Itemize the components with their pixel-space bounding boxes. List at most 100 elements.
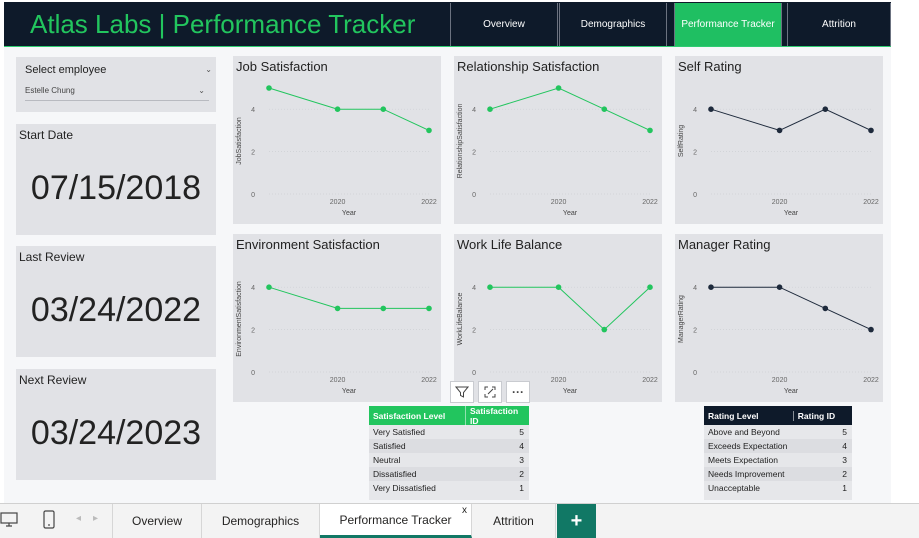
series-line [711,286,872,331]
line-chart-svg: 0 2 4 2020 2022 Year SelfRating [678,106,879,217]
level-cell: Dissatisfied [373,469,417,479]
series-line [490,286,651,331]
x-tick-label: 2022 [642,199,658,206]
level-cell: Exceeds Expectation [708,441,788,451]
data-point [266,284,272,290]
x-axis-label: Year [784,388,799,395]
series-line [710,108,872,131]
y-tick-label: 4 [472,107,476,114]
table-row[interactable]: Very Satisfied 5 [369,425,529,439]
environment-satisfaction-chart[interactable]: Environment Satisfaction 0 2 4 2020 2022 Year E… [233,234,441,402]
x-tick-label: 2022 [421,377,437,384]
data-point [334,305,341,312]
nav-attrition-button[interactable]: Attrition [787,3,891,46]
page-tab-label: Performance Tracker [339,512,452,527]
close-tab-icon[interactable]: x [462,505,467,516]
x-tick-label: 2022 [642,377,658,384]
series-line [268,286,429,309]
level-cell: Satisfied [373,441,406,451]
x-axis-label: Year [342,388,357,395]
desktop-layout-icon[interactable] [0,510,18,533]
table-row[interactable]: Meets Expectation 3 [704,453,852,467]
table-row[interactable]: Needs Improvement 2 [704,467,852,481]
last-review-label: Last Review [19,250,85,264]
phone-layout-icon[interactable] [42,510,56,535]
data-point [776,284,783,290]
more-options-icon[interactable]: ··· [506,381,530,403]
y-tick-label: 2 [251,150,255,157]
previous-page-icon[interactable]: ◂ [76,513,81,524]
column-header[interactable]: Rating ID [792,410,852,421]
x-axis-label: Year [563,210,578,217]
table-row[interactable]: Above and Beyond 5 [704,425,852,439]
page-tab-demographics[interactable]: Demographics [202,504,320,538]
y-tick-label: 2 [693,328,697,335]
table-row[interactable]: Exceeds Expectation 4 [704,439,852,453]
manager-rating-chart[interactable]: Manager Rating 0 2 4 2020 2022 Year ManagerRati… [675,234,883,402]
report-title: Atlas Labs | Performance Tracker [30,9,416,39]
id-cell: 1 [842,483,847,493]
y-tick-label: 0 [693,192,697,199]
nav-demographics-button[interactable]: Demographics [559,3,667,46]
next-review-value: 03/24/2023 [30,414,202,452]
data-point [708,106,714,112]
x-tick-label: 2020 [551,377,567,384]
level-cell: Unacceptable [708,483,760,493]
column-header[interactable]: Satisfaction Level [369,411,465,421]
satisfaction-level-table[interactable]: Satisfaction Level Satisfaction ID Very Sa… [369,405,529,500]
chevron-down-icon[interactable]: ⌄ [198,86,205,95]
y-tick-label: 2 [472,150,476,157]
column-header[interactable]: Satisfaction ID [465,405,529,426]
employee-dropdown[interactable]: Estelle Chung ⌄ [25,86,209,101]
id-cell: 4 [842,441,847,451]
y-axis-label: JobSatisfaction [236,117,243,165]
data-point [334,106,341,112]
page-tab-overview[interactable]: Overview [112,504,202,538]
data-point [555,284,562,290]
level-cell: Very Dissatisfied [373,483,436,493]
y-axis-label: WorkLifeBalance [457,293,464,346]
nav-overview-button[interactable]: Overview [450,3,558,46]
table-row[interactable]: Satisfied 4 [369,439,529,453]
work-life-balance-chart[interactable]: Work Life Balance 0 2 4 2020 2022 Year WorkLife… [454,234,662,402]
y-tick-label: 4 [251,285,255,292]
job-satisfaction-chart[interactable]: Job Satisfaction 0 2 4 2020 2022 Year JobSatisf… [233,56,441,224]
report-canvas: Select employee ⌄ Estelle Chung ⌄ Start … [4,47,891,503]
nav-performance-tracker-button[interactable]: Performance Tracker [674,3,782,46]
table-row[interactable]: Very Dissatisfied 1 [369,481,529,495]
self-rating-chart[interactable]: Self Rating 0 2 4 2020 2022 Year SelfRating [675,56,883,224]
page-tab-performance-tracker[interactable]: Performance Tracker x [320,504,472,538]
next-page-icon[interactable]: ▸ [93,513,98,524]
line-chart-svg: 0 2 4 2020 2022 Year RelationshipSatisfaction [457,85,658,217]
column-header[interactable]: Rating Level [704,411,793,421]
id-cell: 5 [842,427,847,437]
y-axis-label: ManagerRating [678,295,685,343]
relationship-satisfaction-chart[interactable]: Relationship Satisfaction 0 2 4 2020 2022 Year… [454,56,662,224]
data-point [380,305,387,312]
rating-level-table[interactable]: Rating Level Rating ID Above and Beyond 5 Ex… [704,406,852,500]
line-chart-svg: 0 2 4 2020 2022 Year ManagerRating [678,284,879,395]
y-tick-label: 0 [251,370,255,377]
page-tab-attrition[interactable]: Attrition [472,504,556,538]
page-tab-bar: ◂ ▸ Overview Demographics Performance Tr… [0,503,919,538]
report-header: Atlas Labs | Performance Tracker Overvie… [4,2,891,47]
level-cell: Needs Improvement [708,469,785,479]
data-point [380,106,387,112]
table-row[interactable]: Neutral 3 [369,453,529,467]
next-review-label: Next Review [19,373,87,387]
data-point [868,326,874,333]
employee-slicer[interactable]: Select employee ⌄ Estelle Chung ⌄ [16,57,216,112]
next-review-card: Next Review 03/24/2023 [16,369,216,480]
x-tick-label: 2022 [863,377,879,384]
focus-mode-icon[interactable] [478,381,502,403]
chevron-down-icon[interactable]: ⌄ [205,65,212,74]
y-tick-label: 4 [472,285,476,292]
table-row[interactable]: Unacceptable 1 [704,481,852,495]
filter-icon[interactable] [450,381,474,403]
add-page-button[interactable]: + [557,504,596,538]
id-cell: 2 [842,469,847,479]
y-tick-label: 2 [472,328,476,335]
table-row[interactable]: Dissatisfied 2 [369,467,529,481]
x-tick-label: 2020 [772,377,788,384]
data-point [647,127,653,134]
